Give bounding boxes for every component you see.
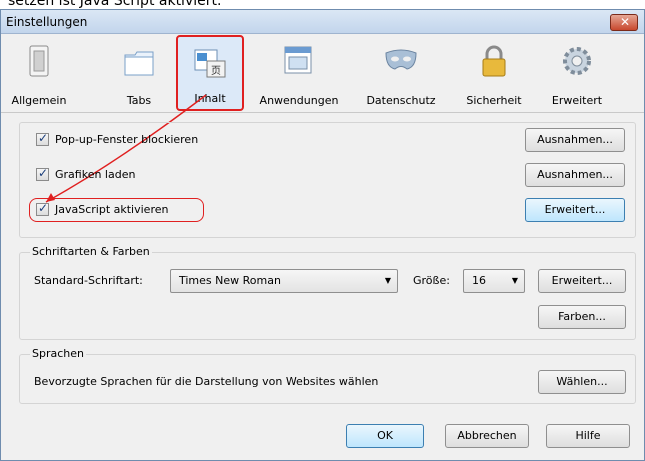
tab-anwendungen[interactable]: Anwendungen — [249, 35, 349, 111]
javascript-advanced-button[interactable]: Erweitert... — [525, 198, 625, 222]
tab-label: Erweitert — [551, 94, 603, 107]
tab-sicherheit[interactable]: Sicherheit — [459, 35, 529, 111]
default-font-select[interactable]: Times New Roman ▼ — [170, 269, 398, 293]
cropped-instruction-text: setzen ist Java Script aktiviert. — [8, 0, 222, 9]
title-bar: Einstellungen ✕ — [1, 10, 644, 34]
languages-legend: Sprachen — [30, 347, 86, 360]
help-button[interactable]: Hilfe — [546, 424, 630, 448]
size-label: Größe: — [413, 274, 450, 287]
tab-label: Tabs — [126, 94, 152, 107]
chevron-down-icon: ▼ — [384, 276, 391, 285]
tab-label: Allgemein — [11, 94, 67, 107]
gear-icon — [563, 47, 591, 75]
window-title: Einstellungen — [6, 15, 88, 29]
javascript-label: JavaScript aktivieren — [55, 203, 169, 216]
size-value: 16 — [472, 274, 486, 287]
size-select[interactable]: 16 ▼ — [463, 269, 525, 293]
cancel-button[interactable]: Abbrechen — [445, 424, 529, 448]
images-checkbox[interactable] — [36, 166, 49, 181]
languages-group: Sprachen Bevorzugte Sprachen für die Dar… — [19, 347, 636, 404]
content-icon: 页 — [194, 49, 226, 78]
switch-icon — [29, 45, 49, 77]
popup-checkbox[interactable] — [36, 131, 49, 146]
preferences-toolbar: Allgemein Tabs 页 Inhalt Anwendungen Date… — [1, 35, 644, 113]
chevron-down-icon: ▼ — [511, 276, 518, 285]
svg-text:页: 页 — [211, 65, 221, 77]
images-exceptions-button[interactable]: Ausnahmen... — [525, 163, 625, 187]
ok-button[interactable]: OK — [346, 424, 424, 448]
tab-label: Inhalt — [194, 92, 226, 105]
popup-exceptions-button[interactable]: Ausnahmen... — [525, 128, 625, 152]
close-button[interactable]: ✕ — [610, 14, 638, 31]
close-icon: ✕ — [620, 15, 631, 29]
colors-button[interactable]: Farben... — [538, 305, 626, 329]
settings-dialog: Einstellungen ✕ Allgemein Tabs 页 Inhalt … — [0, 9, 645, 461]
lock-icon — [482, 45, 506, 77]
tabs-icon — [124, 51, 154, 76]
applications-icon — [284, 46, 312, 74]
tab-inhalt[interactable]: 页 Inhalt — [176, 35, 244, 111]
images-label: Grafiken laden — [55, 168, 136, 181]
tab-label: Datenschutz — [366, 94, 436, 107]
fonts-colors-group: Schriftarten & Farben Standard-Schriftar… — [19, 245, 636, 340]
tab-tabs[interactable]: Tabs — [114, 35, 164, 111]
languages-description: Bevorzugte Sprachen für die Darstellung … — [34, 375, 379, 388]
tab-label: Anwendungen — [259, 94, 339, 107]
default-font-label: Standard-Schriftart: — [34, 274, 143, 287]
tab-datenschutz[interactable]: Datenschutz — [361, 35, 441, 111]
fonts-legend: Schriftarten & Farben — [30, 245, 152, 258]
mask-icon — [385, 49, 417, 70]
tab-label: Sicherheit — [466, 94, 522, 107]
fonts-advanced-button[interactable]: Erweitert... — [538, 269, 626, 293]
tab-allgemein[interactable]: Allgemein — [9, 35, 69, 111]
popup-label: Pop-up-Fenster blockieren — [55, 133, 199, 146]
javascript-checkbox[interactable] — [36, 201, 49, 216]
default-font-value: Times New Roman — [179, 274, 281, 287]
content-group: Pop-up-Fenster blockieren Ausnahmen... G… — [19, 122, 636, 238]
choose-languages-button[interactable]: Wählen... — [538, 370, 626, 394]
tab-erweitert[interactable]: Erweitert — [542, 35, 612, 111]
